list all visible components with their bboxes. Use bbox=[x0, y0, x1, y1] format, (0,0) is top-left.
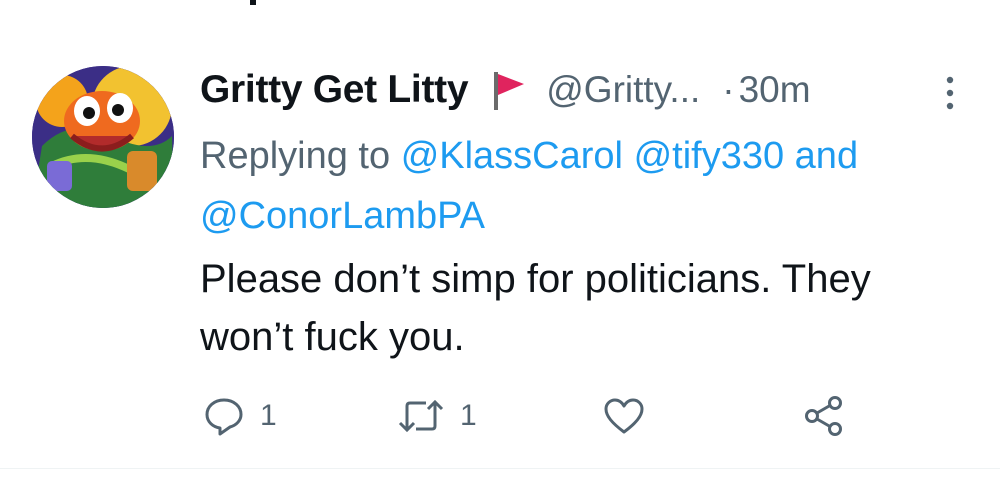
mention-klasscarol[interactable]: @KlassCarol bbox=[401, 135, 623, 177]
share-button[interactable] bbox=[802, 394, 846, 438]
like-button[interactable] bbox=[602, 394, 646, 438]
retweet-button[interactable]: 1 bbox=[396, 394, 477, 438]
retweet-icon bbox=[398, 399, 444, 433]
retweet-count: 1 bbox=[460, 399, 477, 432]
tweet-timestamp[interactable]: 30m bbox=[739, 69, 811, 111]
tweet-header: Gritty Get Litty @Gritty... · 30m bbox=[200, 62, 970, 118]
replying-to-line: Replying to @KlassCarol @tify330 and @Co… bbox=[200, 126, 920, 246]
heart-icon bbox=[604, 398, 644, 434]
share-icon bbox=[805, 396, 842, 436]
more-vertical-icon[interactable] bbox=[938, 72, 962, 114]
user-handle[interactable]: @Gritty... bbox=[546, 69, 700, 111]
avatar[interactable] bbox=[32, 66, 174, 208]
previous-content-fragment bbox=[250, 0, 256, 5]
separator-dot: · bbox=[722, 69, 735, 110]
gritty-avatar-image bbox=[32, 66, 174, 208]
tweet-actions: 1 1 bbox=[200, 394, 860, 444]
and-label: and bbox=[794, 135, 859, 177]
tweet-content: Gritty Get Litty @Gritty... · 30m Replyi… bbox=[200, 62, 970, 366]
reply-count: 1 bbox=[260, 399, 277, 432]
reply-button[interactable]: 1 bbox=[202, 394, 277, 438]
tweet-divider bbox=[0, 468, 1000, 469]
reply-icon bbox=[205, 398, 243, 436]
mention-tify330[interactable]: @tify330 bbox=[634, 135, 785, 177]
mention-conorlambpa[interactable]: @ConorLambPA bbox=[200, 195, 485, 237]
tweet-screen: Gritty Get Litty @Gritty... · 30m Replyi… bbox=[0, 0, 1000, 478]
red-flag-icon bbox=[490, 68, 528, 112]
display-name[interactable]: Gritty Get Litty bbox=[200, 68, 469, 112]
replying-to-label: Replying to bbox=[200, 135, 391, 177]
tweet-text: Please don’t simp for politicians. They … bbox=[200, 257, 871, 359]
